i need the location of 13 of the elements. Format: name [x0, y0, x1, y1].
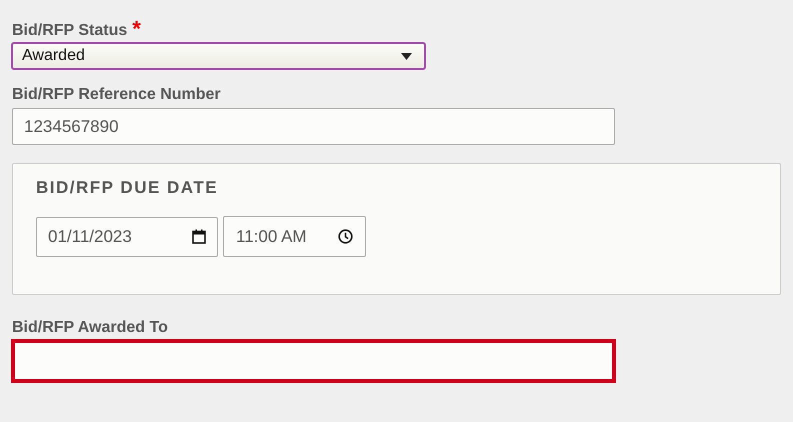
calendar-icon	[192, 229, 206, 244]
section-heading: BID/RFP DUE DATE	[36, 178, 220, 198]
date-field[interactable]: 01/11/2023	[36, 216, 218, 256]
time-field[interactable]: 11:00 AM	[223, 216, 366, 257]
input-field[interactable]: 1234567890	[12, 108, 615, 145]
field-label: Bid/RFP Status	[12, 21, 128, 41]
field-label: Bid/RFP Reference Number	[12, 85, 221, 105]
field-label: Bid/RFP Awarded To	[12, 318, 168, 338]
status-dropdown[interactable]: Awarded	[11, 42, 426, 70]
input-field[interactable]	[11, 339, 616, 383]
required-mark: *	[132, 20, 141, 38]
caret-icon	[401, 52, 412, 60]
clock-icon	[338, 229, 353, 244]
